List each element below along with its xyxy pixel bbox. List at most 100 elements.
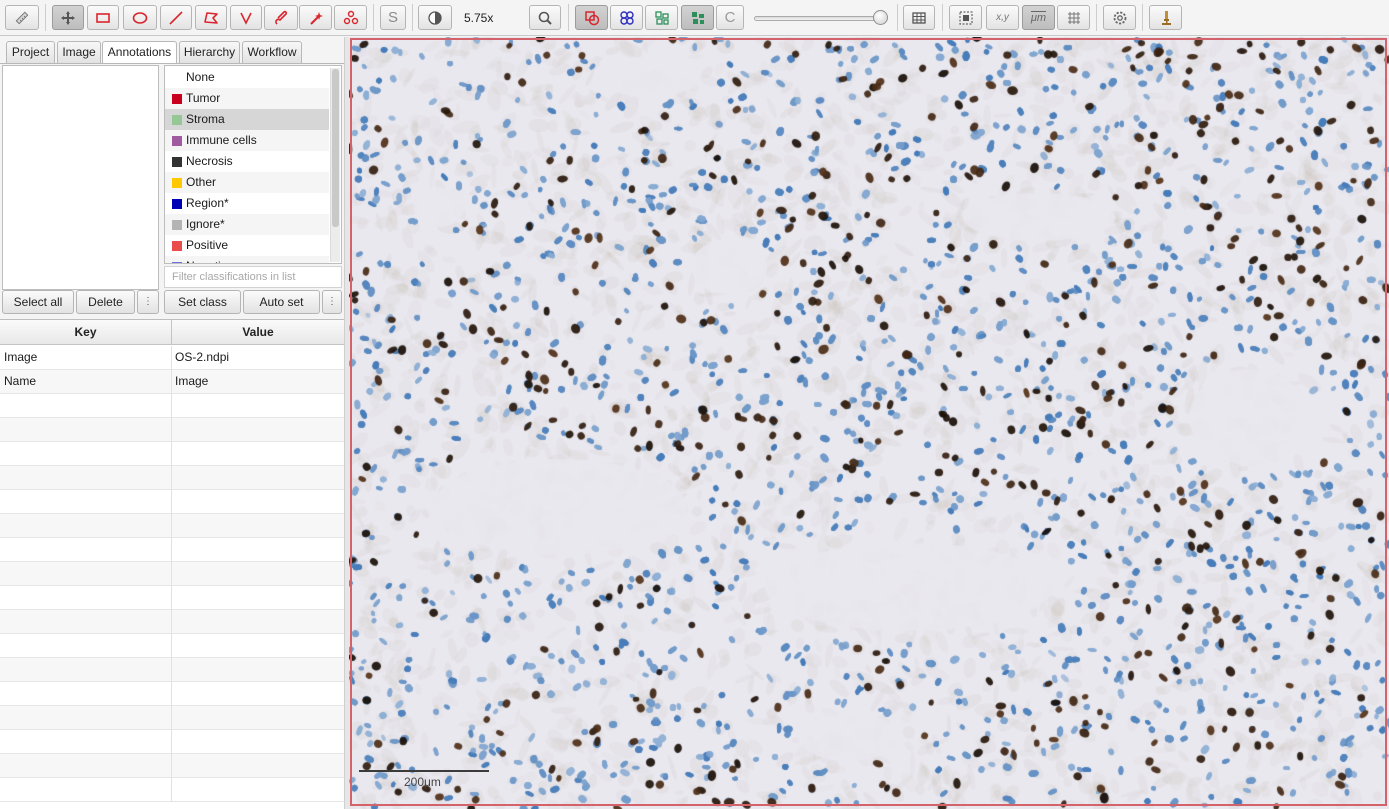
column-divider <box>171 490 172 514</box>
scalebar-line <box>359 770 489 772</box>
classification-item[interactable]: Positive <box>165 235 329 256</box>
class-color-swatch <box>172 262 182 263</box>
classification-item[interactable]: Tumor <box>165 88 329 109</box>
polyline-tool-button[interactable] <box>230 5 262 30</box>
classification-scrollbar[interactable] <box>330 68 340 262</box>
ellipse-tool-button[interactable] <box>123 5 157 30</box>
points-tool-button[interactable] <box>334 5 367 30</box>
overview-button[interactable] <box>949 5 982 30</box>
classification-item[interactable]: Other <box>165 172 329 193</box>
toolbar-separator <box>1096 4 1097 31</box>
column-divider <box>171 442 172 466</box>
toolbar-separator <box>412 4 413 31</box>
table-row[interactable] <box>0 778 344 802</box>
table-row[interactable] <box>0 682 344 706</box>
table-row[interactable] <box>0 754 344 778</box>
tab-image[interactable]: Image <box>57 41 101 63</box>
table-row[interactable] <box>0 394 344 418</box>
measurement-table-button[interactable] <box>903 5 935 30</box>
tab-project[interactable]: Project <box>6 41 55 63</box>
classification-item[interactable]: None <box>165 67 329 88</box>
slide-image[interactable] <box>349 37 1389 809</box>
classification-item[interactable]: Stroma <box>165 109 329 130</box>
properties-table: Key Value Image OS-2.ndpi Name Image <box>0 319 344 809</box>
class-color-swatch <box>172 157 182 167</box>
table-row[interactable] <box>0 706 344 730</box>
table-row[interactable] <box>0 586 344 610</box>
classification-item[interactable]: Negative <box>165 256 329 263</box>
table-row[interactable] <box>0 466 344 490</box>
preferences-button[interactable] <box>1103 5 1136 30</box>
show-tma-grid-button[interactable] <box>610 5 643 30</box>
slider-thumb[interactable] <box>873 10 888 25</box>
move-icon <box>59 9 77 27</box>
annotation-options-button[interactable]: ⋮ <box>137 290 159 314</box>
show-tma-grid-icon <box>618 9 636 27</box>
table-row[interactable] <box>0 418 344 442</box>
toolbar-separator <box>897 4 898 31</box>
toolbar-separator <box>942 4 943 31</box>
cursor-location-button[interactable]: x,y <box>986 5 1019 30</box>
value-column-header[interactable]: Value <box>172 320 344 345</box>
table-row[interactable] <box>0 514 344 538</box>
show-connections-button[interactable]: C <box>716 5 744 30</box>
table-row[interactable] <box>0 442 344 466</box>
class-label: Negative <box>186 256 233 263</box>
opacity-slider[interactable] <box>754 10 890 26</box>
select-all-button[interactable]: Select all <box>2 290 74 314</box>
classification-item[interactable]: Region* <box>165 193 329 214</box>
tab-hierarchy[interactable]: Hierarchy <box>179 41 240 63</box>
tab-annotations[interactable]: Annotations <box>102 41 177 64</box>
set-class-button[interactable]: Set class <box>164 290 241 314</box>
move-tool-button[interactable] <box>52 5 84 30</box>
wand-icon <box>307 9 325 27</box>
table-row[interactable] <box>0 490 344 514</box>
zoom-to-fit-button[interactable] <box>529 5 561 30</box>
measure-button[interactable] <box>5 5 39 30</box>
key-cell: Name <box>4 374 37 388</box>
key-cell: Image <box>4 350 38 364</box>
classification-item[interactable]: Immune cells <box>165 130 329 151</box>
scrollbar-thumb[interactable] <box>332 69 339 227</box>
toolbar-separator <box>45 4 46 31</box>
key-column-header[interactable]: Key <box>0 320 171 345</box>
delete-button[interactable]: Delete <box>76 290 135 314</box>
polygon-tool-button[interactable] <box>195 5 227 30</box>
table-header: Key Value <box>0 320 344 345</box>
grid-button[interactable] <box>1057 5 1090 30</box>
slide-viewer[interactable]: 200μm <box>349 37 1389 809</box>
auto-set-button[interactable]: Auto set <box>243 290 320 314</box>
brush-tool-button[interactable] <box>264 5 298 30</box>
filter-classifications-input[interactable] <box>164 266 342 288</box>
table-row[interactable] <box>0 610 344 634</box>
rectangle-tool-button[interactable] <box>87 5 119 30</box>
table-row[interactable] <box>0 658 344 682</box>
line-tool-button[interactable] <box>160 5 192 30</box>
rectangle-icon <box>94 9 112 27</box>
annotation-list[interactable] <box>2 65 159 290</box>
column-divider <box>171 538 172 562</box>
table-row[interactable]: Name Image <box>0 370 344 394</box>
table-row[interactable] <box>0 562 344 586</box>
table-row[interactable] <box>0 538 344 562</box>
brightness-contrast-button[interactable] <box>418 5 452 30</box>
classification-item[interactable]: Ignore* <box>165 214 329 235</box>
fill-detections-button[interactable] <box>681 5 714 30</box>
column-divider <box>171 778 172 802</box>
connections-icon: C <box>724 9 736 26</box>
slider-track[interactable] <box>754 16 886 21</box>
line-icon <box>167 9 185 27</box>
table-row[interactable]: Image OS-2.ndpi <box>0 346 344 370</box>
classification-list[interactable]: None Tumor Stroma Immune cells Necrosis Other… <box>164 65 342 264</box>
class-options-button[interactable]: ⋮ <box>322 290 342 314</box>
table-row[interactable] <box>0 730 344 754</box>
scalebar-toggle-button[interactable]: μm <box>1022 5 1055 30</box>
microscope-button[interactable] <box>1149 5 1182 30</box>
wand-tool-button[interactable] <box>299 5 332 30</box>
tab-workflow[interactable]: Workflow <box>242 41 302 63</box>
selection-mode-button[interactable]: S <box>380 5 406 30</box>
table-row[interactable] <box>0 634 344 658</box>
classification-item[interactable]: Necrosis <box>165 151 329 172</box>
show-detections-button[interactable] <box>645 5 678 30</box>
show-annotations-button[interactable] <box>575 5 608 30</box>
